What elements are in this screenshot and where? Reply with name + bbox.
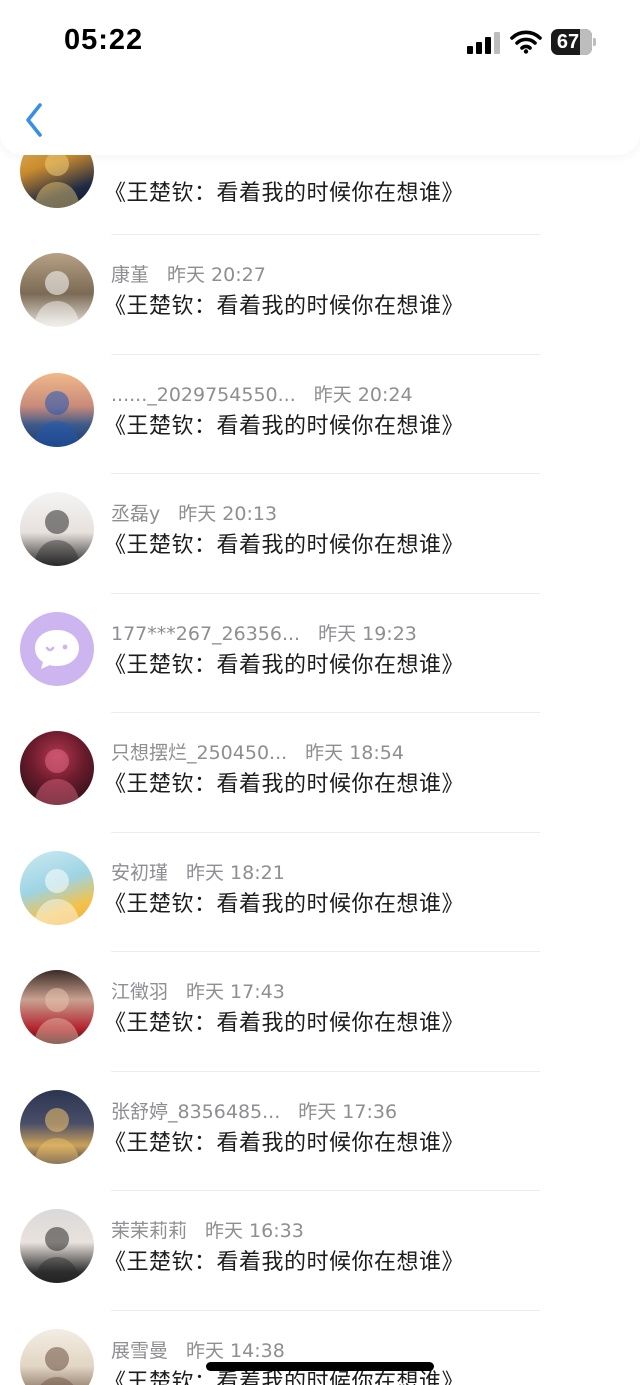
comment-meta: 177***267_26356... 昨天 19:23 [111,619,417,646]
comment-time: 昨天 16:33 [205,1220,304,1242]
comment-item[interactable]: 只想摆烂_250450... 昨天 18:54 《王楚钦：看着我的时候你在想谁》 [0,713,640,833]
commenter-name[interactable]: 丞磊y [111,503,160,525]
comment-meta: 丞磊y 昨天 20:13 [111,499,277,526]
comment-text: 《王楚钦：看着我的时候你在想谁》 [104,891,465,917]
comment-text: 《王楚钦：看着我的时候你在想谁》 [104,294,465,319]
header: 05:22 67 [0,0,640,155]
avatar-photo [40,1346,74,1385]
comment-text: 《王楚钦：看着我的时候你在想谁》 [104,1250,465,1275]
avatar[interactable] [20,1089,94,1164]
avatar-photo [34,988,80,1044]
commenter-name[interactable]: 茉茉莉莉 [111,1220,187,1242]
avatar[interactable] [20,611,94,686]
comment-time: 昨天 19:23 [318,622,417,645]
avatar[interactable] [20,731,94,805]
comment-list[interactable]: 崔英慧昨天 20:39《王楚钦：看着我的时候你在想谁》康堇昨天 20:27《王楚… [0,118,640,1385]
comment-item[interactable]: 展雪曼 昨天 14:38 《王楚钦：看着我的时候你在想谁》 [0,1311,640,1385]
home-indicator[interactable] [206,1362,434,1371]
comment-text: 《王楚钦：看着我的时候你在想谁》 [104,772,465,797]
commenter-name[interactable]: 展雪曼 [111,1340,168,1362]
avatar[interactable] [20,1328,94,1385]
battery-icon: 67 [551,29,597,55]
status-time: 05:22 [64,24,144,56]
comment-time: 昨天 17:36 [298,1100,398,1123]
comment-time: 昨天 20:27 [167,264,266,286]
comment-meta: 安初瑾 昨天 18:21 [111,858,285,885]
comment-meta: 江徵羽 昨天 17:43 [111,977,285,1004]
comment-item[interactable]: 丞磊y 昨天 20:13 《王楚钦：看着我的时候你在想谁》 [0,474,640,594]
back-button[interactable] [18,100,52,140]
chevron-left-icon [26,103,42,137]
avatar[interactable] [20,850,94,925]
avatar[interactable] [20,253,94,327]
comment-meta: 康堇 昨天 20:27 [111,260,266,287]
cellular-signal-icon [467,32,501,54]
avatar[interactable] [20,970,94,1044]
comment-item[interactable]: 177***267_26356... 昨天 19:23 《王楚钦：看着我的时候你在想… [0,594,640,713]
avatar-photo [34,510,80,566]
comment-item[interactable]: 江徵羽 昨天 17:43 《王楚钦：看着我的时候你在想谁》 [0,952,640,1072]
comment-item[interactable]: ......_2029754550... 昨天 20:24 《王楚钦：看着我的时候你… [0,355,640,474]
commenter-name[interactable]: 康堇 [111,264,149,286]
avatar-photo [34,868,80,925]
comment-time: 昨天 18:54 [305,742,404,764]
commenter-name[interactable]: 江徵羽 [111,981,168,1003]
avatar-photo [34,1107,80,1164]
comment-meta: 茉茉莉莉 昨天 16:33 [111,1216,304,1243]
comment-item[interactable]: 康堇 昨天 20:27 《王楚钦：看着我的时候你在想谁》 [0,235,640,355]
comment-time: 昨天 18:21 [186,861,285,884]
commenter-name[interactable]: ......_2029754550... [111,384,296,406]
battery-percent: 67 [556,31,580,53]
commenter-name[interactable]: 只想摆烂_250450... [111,742,287,764]
comment-time: 昨天 17:43 [186,981,285,1003]
avatar[interactable] [20,372,94,447]
wifi-icon [510,30,542,54]
commenter-name[interactable]: 张舒婷_8356485... [111,1101,280,1123]
comment-item[interactable]: 安初瑾 昨天 18:21 《王楚钦：看着我的时候你在想谁》 [0,833,640,952]
avatar[interactable] [20,492,94,566]
comment-time: 昨天 20:24 [313,383,413,406]
comment-meta: ......_2029754550... 昨天 20:24 [111,380,413,407]
comment-text: 《王楚钦：看着我的时候你在想谁》 [104,1011,465,1036]
avatar-photo [34,271,80,327]
comment-text: 《王楚钦：看着我的时候你在想谁》 [104,413,465,439]
comment-text: 《王楚钦：看着我的时候你在想谁》 [104,1130,465,1156]
comment-text: 《王楚钦：看着我的时候你在想谁》 [104,533,465,558]
comment-meta: 张舒婷_8356485... 昨天 17:36 [111,1097,397,1124]
comment-list-screen: 崔英慧昨天 20:39《王楚钦：看着我的时候你在想谁》康堇昨天 20:27《王楚… [0,0,640,1385]
comment-meta: 展雪曼 昨天 14:38 [111,1336,285,1363]
comment-text: 《王楚钦：看着我的时候你在想谁》 [104,181,465,206]
comment-text: 《王楚钦：看着我的时候你在想谁》 [104,652,465,678]
avatar[interactable] [20,1209,94,1283]
comment-item[interactable]: 张舒婷_8356485... 昨天 17:36 《王楚钦：看着我的时候你在想谁》 [0,1072,640,1191]
commenter-name[interactable]: 安初瑾 [111,862,168,884]
commenter-name[interactable]: 177***267_26356... [111,623,300,645]
comment-item[interactable]: 茉茉莉莉 昨天 16:33 《王楚钦：看着我的时候你在想谁》 [0,1191,640,1311]
chat-bubble-icon [35,629,79,669]
comment-time: 昨天 14:38 [186,1339,285,1362]
avatar-photo [34,390,80,447]
comment-time: 昨天 20:13 [178,503,278,525]
avatar-photo [34,1227,80,1283]
avatar-photo [34,749,80,805]
comment-meta: 只想摆烂_250450... 昨天 18:54 [111,738,404,765]
